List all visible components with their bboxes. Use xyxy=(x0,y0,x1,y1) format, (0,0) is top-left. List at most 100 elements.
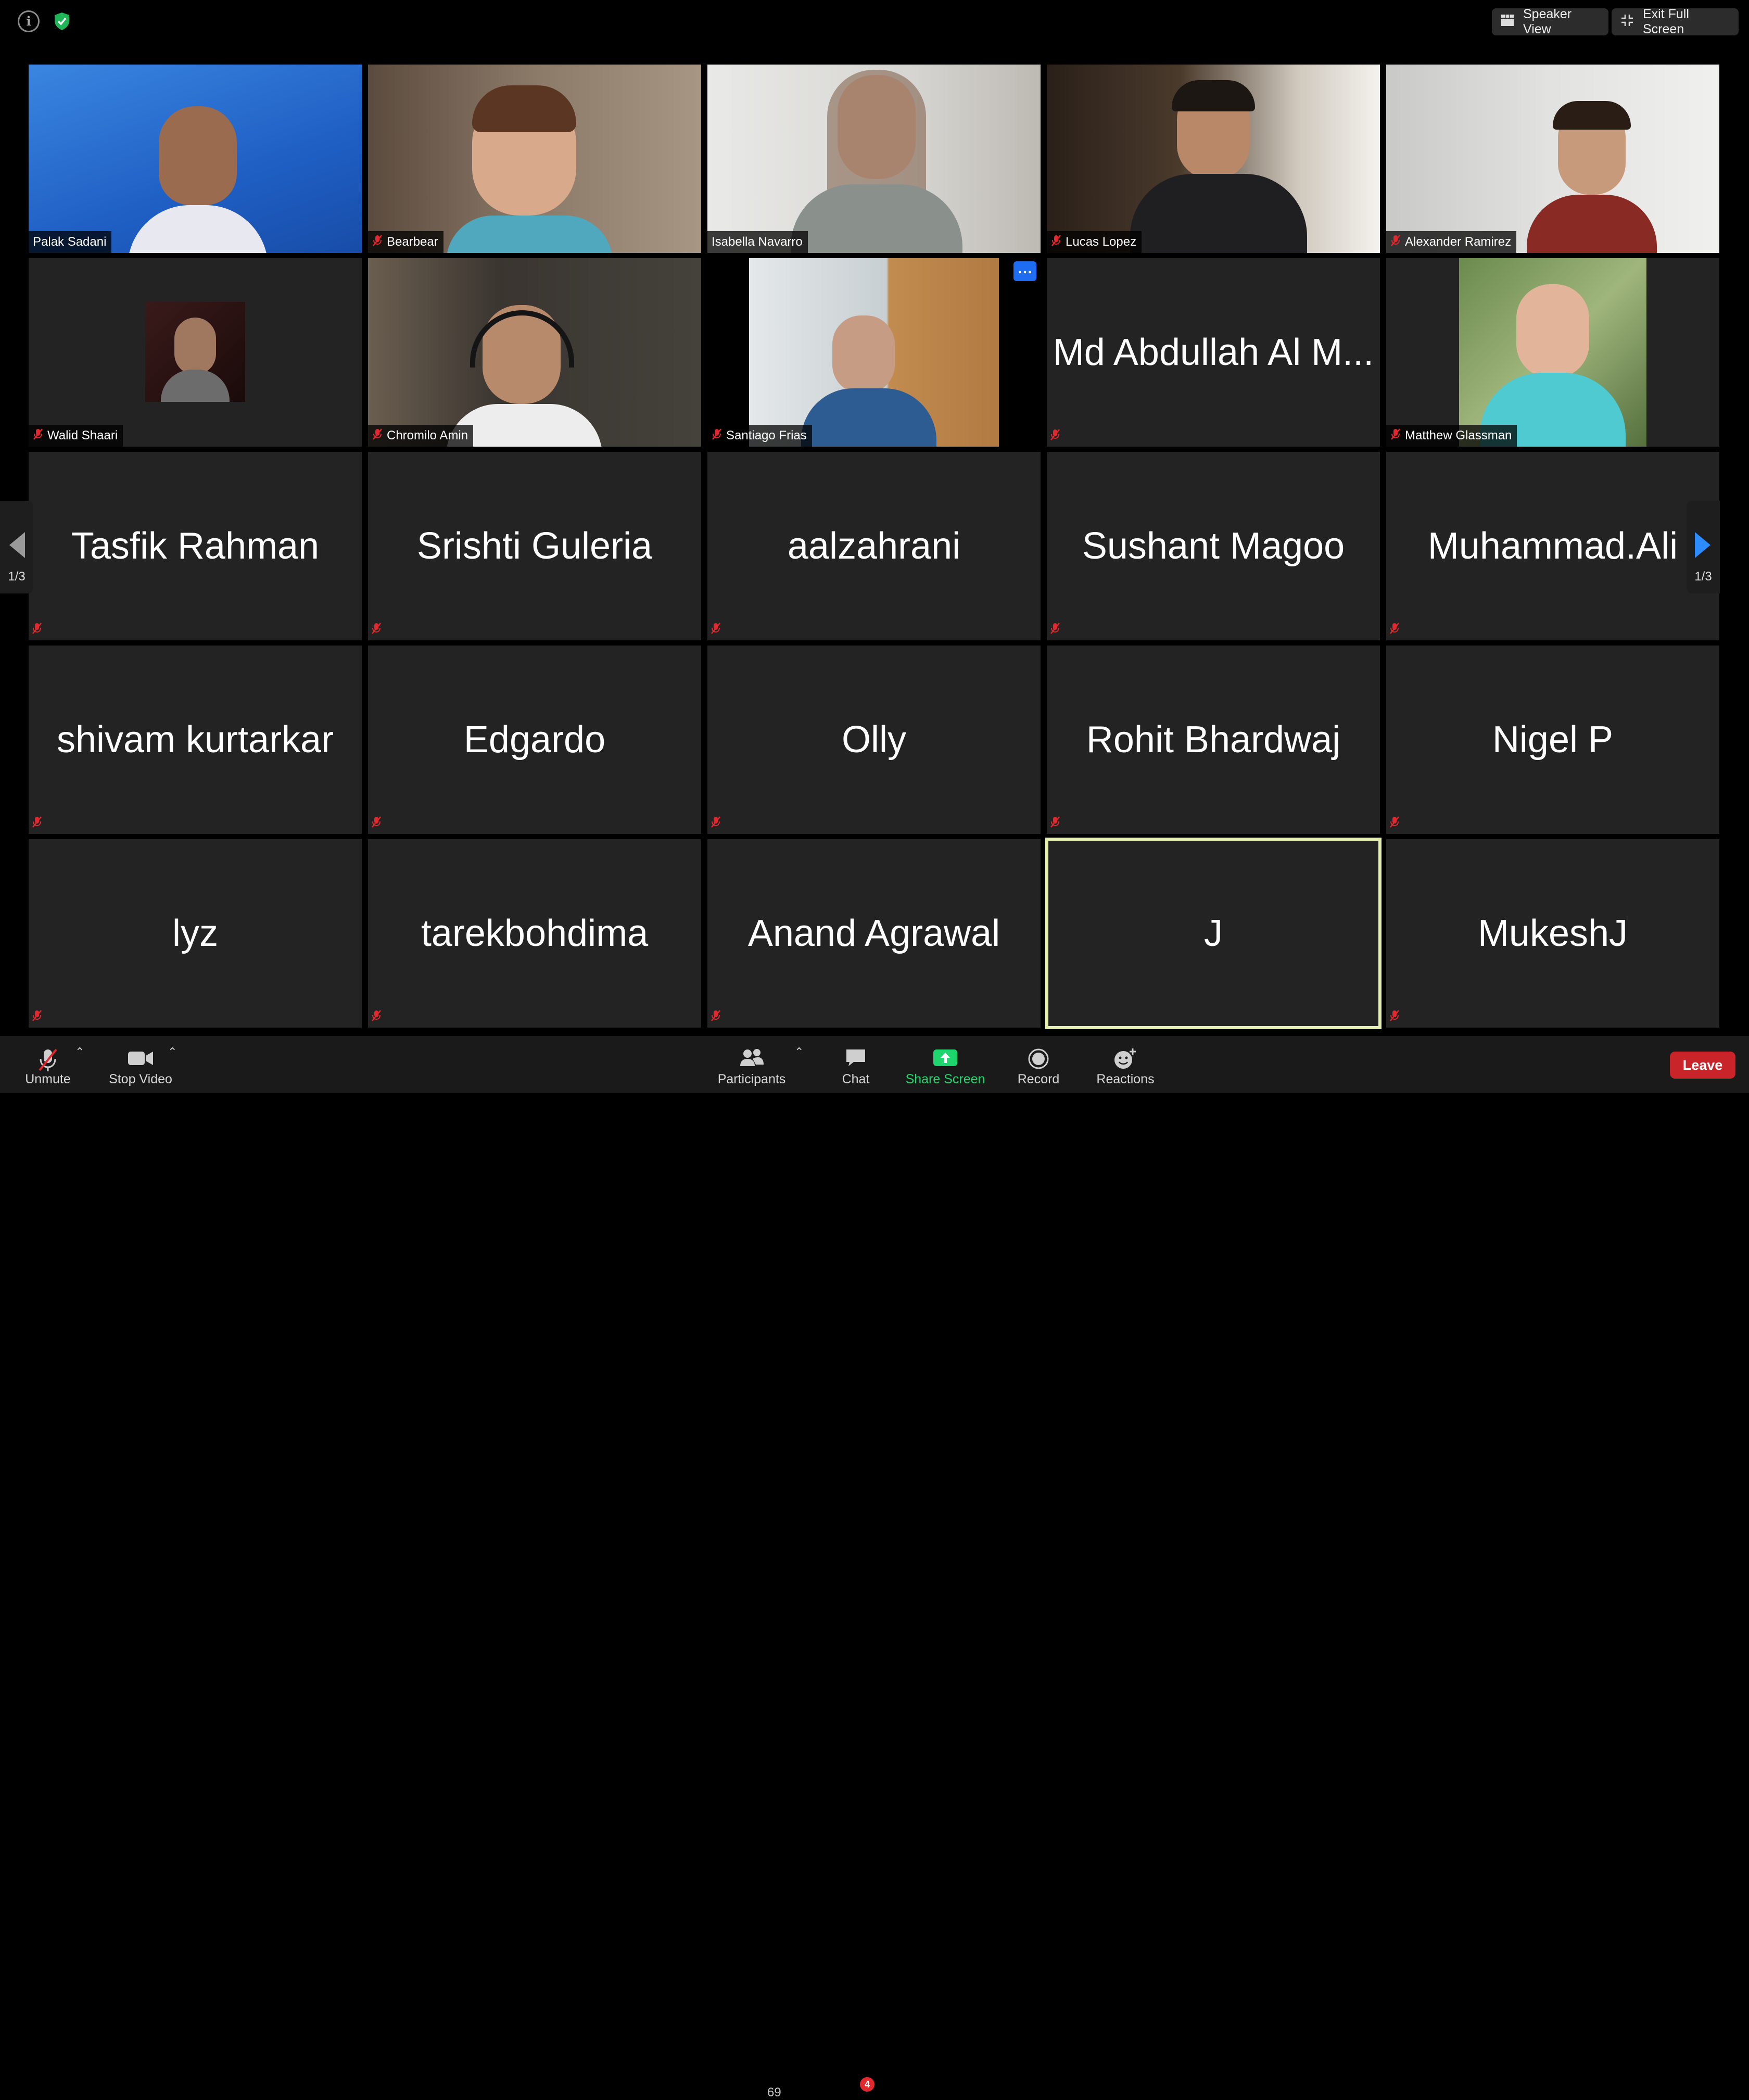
person-shoulders xyxy=(446,216,613,253)
unmute-button[interactable]: Unmute xyxy=(21,1042,75,1089)
video-camera-icon xyxy=(127,1047,154,1072)
top-bar: i Speaker View Exit Full Screen xyxy=(0,0,1749,44)
participant-display-name: Md Abdullah Al M... xyxy=(1053,332,1374,373)
next-page-button[interactable]: 1/3 xyxy=(1687,501,1720,593)
participant-tile[interactable]: lyz xyxy=(29,839,362,1028)
participant-tile[interactable]: Palak Sadani xyxy=(29,65,362,253)
participant-display-name: Tasfik Rahman xyxy=(71,525,320,567)
record-button[interactable]: Record xyxy=(1010,1042,1067,1089)
participants-count: 69 xyxy=(767,2085,781,2099)
previous-page-button[interactable]: 1/3 xyxy=(0,501,33,593)
gallery-grid: Palak Sadani Bearbear Isabella Navarro L… xyxy=(29,65,1720,1029)
participants-icon xyxy=(739,1047,764,1071)
participant-name-label: Isabella Navarro xyxy=(707,231,808,253)
person-hair xyxy=(1172,80,1255,111)
participant-tile[interactable]: Anand Agrawal xyxy=(707,839,1041,1028)
participant-tile[interactable]: Edgardo xyxy=(368,646,701,834)
muted-mic-icon xyxy=(371,1009,382,1024)
participant-tile[interactable]: Matthew Glassman xyxy=(1386,258,1719,447)
chat-bubble-icon xyxy=(844,1047,867,1072)
person-shoulders xyxy=(1527,195,1657,253)
participant-tile[interactable]: Isabella Navarro xyxy=(707,65,1041,253)
muted-mic-icon xyxy=(33,428,43,444)
participant-tile[interactable]: Olly xyxy=(707,646,1041,834)
participant-name-label: Matthew Glassman xyxy=(1386,425,1517,447)
audio-options-caret-icon[interactable]: ⌃ xyxy=(75,1045,84,1059)
person-shoulders xyxy=(1130,174,1307,253)
muted-mic-icon xyxy=(32,622,42,637)
share-screen-icon xyxy=(932,1047,958,1072)
encryption-shield-icon[interactable] xyxy=(51,10,73,32)
participant-tile[interactable]: Bearbear xyxy=(368,65,701,253)
person-figure xyxy=(159,106,237,205)
participant-tile[interactable]: Lucas Lopez xyxy=(1047,65,1380,253)
participant-name-label: Chromilo Amin xyxy=(368,425,474,447)
participant-tile[interactable]: Walid Shaari xyxy=(29,258,362,447)
participant-tile[interactable]: Nigel P xyxy=(1386,646,1719,834)
participant-display-name: MukeshJ xyxy=(1477,913,1628,954)
video-feed xyxy=(707,65,1041,253)
video-feed xyxy=(368,65,701,253)
muted-mic-icon xyxy=(1390,234,1401,250)
chevron-right-icon xyxy=(1695,532,1710,558)
chevron-left-icon xyxy=(9,532,25,558)
participant-display-name: Muhammad.Ali xyxy=(1427,525,1678,567)
person-hair xyxy=(1553,101,1631,130)
muted-mic-icon xyxy=(372,234,383,250)
participant-tile[interactable]: shivam kurtarkar xyxy=(29,646,362,834)
person-shoulders xyxy=(801,388,936,447)
muted-mic-icon xyxy=(372,428,383,444)
muted-mic-icon xyxy=(711,1009,721,1024)
participant-display-name: Nigel P xyxy=(1492,719,1614,761)
person-hair xyxy=(472,85,576,132)
muted-mic-icon xyxy=(1390,428,1401,444)
video-options-caret-icon[interactable]: ⌃ xyxy=(168,1045,177,1059)
headphones xyxy=(470,310,574,368)
participants-options-caret-icon[interactable]: ⌃ xyxy=(794,1045,804,1059)
meeting-toolbar: Unmute ⌃ Stop Video ⌃ Participants 69 ⌃ … xyxy=(0,1036,1749,2099)
participant-tile[interactable]: Muhammad.Ali xyxy=(1386,452,1719,640)
exit-full-screen-button[interactable]: Exit Full Screen xyxy=(1612,7,1739,36)
more-options-button[interactable]: … xyxy=(1013,261,1036,281)
muted-mic-icon xyxy=(712,428,722,444)
share-screen-button[interactable]: Share Screen xyxy=(904,1042,987,1089)
chat-button[interactable]: Chat xyxy=(833,1042,879,1089)
participant-tile[interactable]: Md Abdullah Al M... xyxy=(1047,258,1380,447)
participant-tile[interactable]: Alexander Ramirez xyxy=(1386,65,1719,253)
leave-meeting-button[interactable]: Leave xyxy=(1670,1052,1735,1079)
participant-tile[interactable]: … Santiago Frias xyxy=(707,258,1041,447)
participant-name-label: Palak Sadani xyxy=(29,231,112,253)
muted-mic-icon xyxy=(1389,1009,1400,1024)
participant-tile[interactable]: Rohit Bhardwaj xyxy=(1047,646,1380,834)
participant-display-name: Sushant Magoo xyxy=(1082,525,1345,567)
video-feed xyxy=(1047,65,1380,253)
participant-display-name: aalzahrani xyxy=(787,525,961,567)
participant-tile[interactable]: Chromilo Amin xyxy=(368,258,701,447)
participant-tile[interactable]: Sushant Magoo xyxy=(1047,452,1380,640)
participant-display-name: Rohit Bhardwaj xyxy=(1086,719,1341,761)
muted-mic-icon xyxy=(371,816,382,831)
participant-tile[interactable]: Tasfik Rahman xyxy=(29,452,362,640)
participants-button[interactable]: Participants xyxy=(715,1042,788,1089)
participant-tile[interactable]: MukeshJ xyxy=(1386,839,1719,1028)
video-feed xyxy=(29,65,362,253)
participant-tile[interactable]: aalzahrani xyxy=(707,452,1041,640)
participant-tile[interactable]: tarekbohdima xyxy=(368,839,701,1028)
video-feed xyxy=(1386,65,1719,253)
participant-tile[interactable]: Srishti Guleria xyxy=(368,452,701,640)
reactions-button[interactable]: Reactions xyxy=(1093,1042,1158,1089)
page-indicator: 1/3 xyxy=(1694,570,1712,584)
muted-mic-icon xyxy=(1050,428,1060,444)
participant-display-name: lyz xyxy=(172,913,218,954)
participant-display-name: Edgardo xyxy=(463,719,606,761)
participant-name-label: Alexander Ramirez xyxy=(1386,231,1517,253)
page-indicator: 1/3 xyxy=(8,570,26,584)
video-feed xyxy=(368,258,701,447)
info-icon[interactable]: i xyxy=(18,10,40,32)
stop-video-button[interactable]: Stop Video xyxy=(104,1042,177,1089)
participant-display-name: tarekbohdima xyxy=(421,913,649,954)
speaker-view-button[interactable]: Speaker View xyxy=(1492,7,1608,36)
participant-display-name: Olly xyxy=(842,719,906,761)
participant-tile-active-speaker[interactable]: J xyxy=(1045,838,1382,1029)
muted-mic-icon xyxy=(1051,234,1061,250)
